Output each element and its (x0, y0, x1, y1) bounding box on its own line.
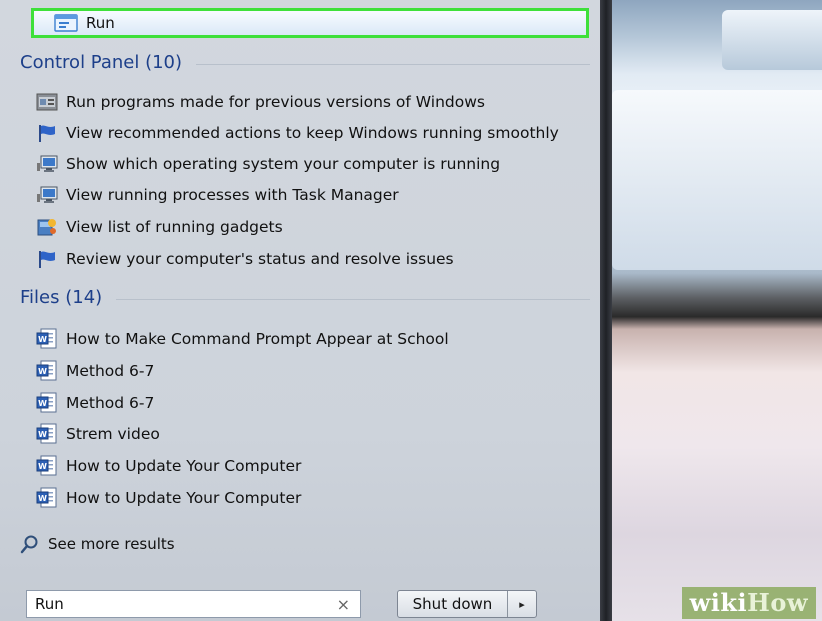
file-item[interactable]: W Method 6-7 (36, 357, 596, 385)
item-label: View list of running gadgets (66, 218, 283, 236)
word-document-icon: W (36, 455, 57, 476)
gadgets-icon (37, 219, 56, 236)
word-document-icon: W (36, 328, 57, 349)
file-item[interactable]: W How to Make Command Prompt Appear at S… (36, 325, 596, 353)
file-item[interactable]: W How to Update Your Computer (36, 484, 596, 512)
control-panel-item[interactable]: View recommended actions to keep Windows… (36, 119, 596, 147)
start-search-box[interactable]: × (26, 590, 361, 618)
system-monitor-icon (37, 155, 58, 172)
file-item[interactable]: W Strem video (36, 420, 596, 448)
search-icon (20, 535, 38, 554)
file-item[interactable]: W Method 6-7 (36, 389, 596, 417)
item-label: Strem video (66, 425, 160, 443)
see-more-label: See more results (48, 535, 175, 553)
control-panel-item[interactable]: Show which operating system your compute… (36, 150, 596, 178)
control-panel-section-header[interactable]: Control Panel (10) (20, 52, 590, 73)
item-label: How to Update Your Computer (66, 457, 302, 475)
item-label: Show which operating system your compute… (66, 155, 501, 173)
item-label: Review your computer's status and resolv… (66, 250, 454, 268)
system-monitor-icon (37, 186, 58, 203)
files-section-header[interactable]: Files (14) (20, 287, 590, 308)
run-program-icon (54, 14, 78, 32)
compat-program-icon (36, 93, 58, 111)
svg-text:W: W (38, 367, 47, 376)
svg-text:W: W (38, 462, 47, 471)
shutdown-button[interactable]: Shut down (398, 591, 507, 617)
svg-text:W: W (38, 430, 47, 439)
desktop-wallpaper: wikiHow (612, 0, 822, 621)
item-label: How to Update Your Computer (66, 489, 302, 507)
svg-text:W: W (38, 335, 47, 344)
wallpaper-ice-block (612, 90, 822, 270)
control-panel-item[interactable]: View running processes with Task Manager (36, 181, 596, 209)
run-result-item[interactable]: Run (31, 8, 589, 38)
section-divider (196, 64, 590, 65)
search-input[interactable] (33, 594, 327, 614)
control-panel-item[interactable]: Review your computer's status and resolv… (36, 245, 596, 273)
shutdown-options-arrow-icon[interactable]: ▸ (507, 591, 536, 617)
control-panel-item[interactable]: View list of running gadgets (36, 213, 596, 241)
control-panel-item[interactable]: Run programs made for previous versions … (36, 88, 596, 116)
shutdown-button-group: Shut down ▸ (397, 590, 537, 618)
section-title: Files (14) (20, 287, 103, 308)
action-center-flag-icon (39, 251, 55, 268)
word-document-icon: W (36, 360, 57, 381)
item-label: Run programs made for previous versions … (66, 93, 485, 111)
item-label: View recommended actions to keep Windows… (66, 124, 559, 142)
clear-search-icon[interactable]: × (337, 595, 350, 614)
see-more-results-link[interactable]: See more results (20, 534, 175, 554)
section-divider (116, 299, 590, 300)
item-label: How to Make Command Prompt Appear at Sch… (66, 330, 449, 348)
word-document-icon: W (36, 392, 57, 413)
svg-text:W: W (38, 494, 47, 503)
section-title: Control Panel (10) (20, 52, 183, 73)
file-item[interactable]: W How to Update Your Computer (36, 452, 596, 480)
start-menu: Run Control Panel (10) Run programs made… (0, 0, 600, 621)
run-result-label: Run (86, 14, 115, 32)
word-document-icon: W (36, 487, 57, 508)
item-label: View running processes with Task Manager (66, 186, 399, 204)
wallpaper-ice-block (722, 10, 822, 70)
word-document-icon: W (36, 423, 57, 444)
svg-text:W: W (38, 399, 47, 408)
menu-edge-divider (600, 0, 612, 621)
action-center-flag-icon (39, 125, 55, 142)
wikihow-watermark: wikiHow (681, 587, 816, 619)
item-label: Method 6-7 (66, 394, 155, 412)
item-label: Method 6-7 (66, 362, 155, 380)
